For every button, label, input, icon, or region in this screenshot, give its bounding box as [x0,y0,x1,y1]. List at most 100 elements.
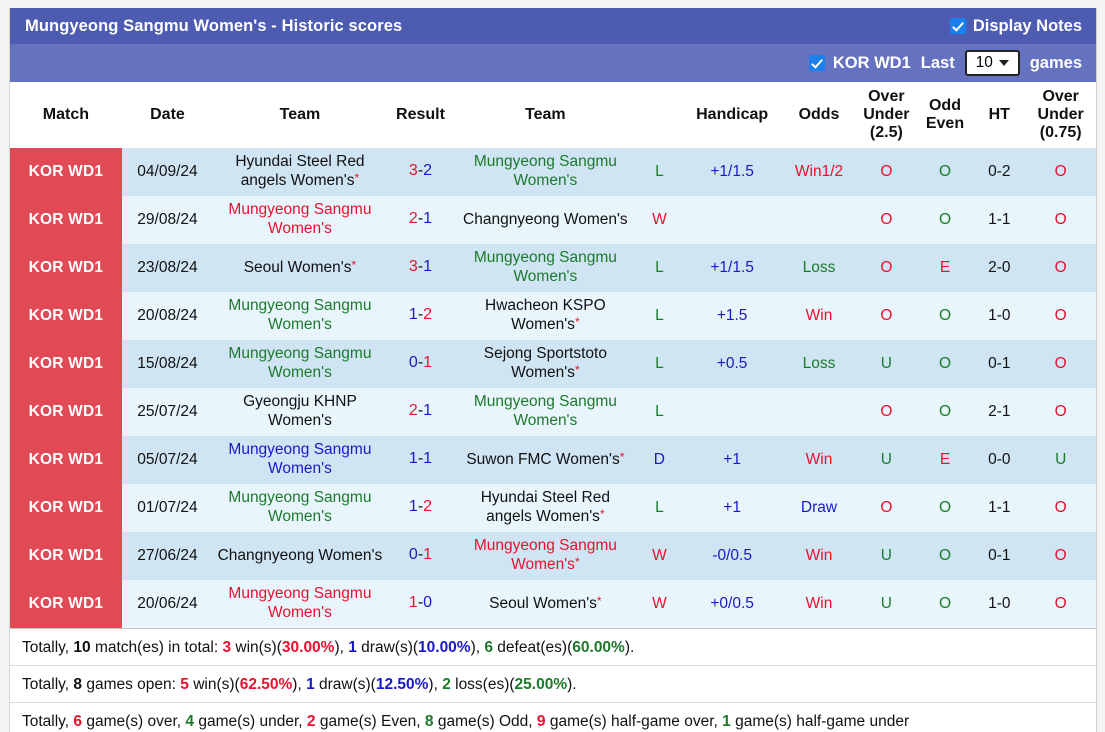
away-team-cell[interactable]: Changnyeong Women's [454,195,637,244]
table-row[interactable]: KOR WD1 20/08/24 Mungyeong Sangmu Women's 1… [10,291,1096,340]
col-header-date[interactable]: Date [121,82,214,148]
home-team-cell[interactable]: Gyeongju KHNP Women's [213,387,387,436]
team-name: Mungyeong Sangmu Women's [228,585,372,621]
col-header-home-team[interactable]: Team [213,82,387,148]
table-row[interactable]: KOR WD1 05/07/24 Mungyeong Sangmu Women's 1… [10,435,1096,484]
home-team-cell[interactable]: Mungyeong Sangmu Women's [213,291,387,340]
team-name: Mungyeong Sangmu Women's* [473,537,617,573]
half-time-score: 1-1 [973,483,1026,532]
col-header-ht[interactable]: HT [973,82,1026,148]
table-row[interactable]: KOR WD1 15/08/24 Mungyeong Sangmu Women's 0… [10,339,1096,388]
home-team-cell[interactable]: Mungyeong Sangmu Women's [213,339,387,388]
display-notes-checkbox[interactable] [949,18,966,34]
away-team-cell[interactable]: Mungyeong Sangmu Women's* [454,531,637,580]
home-team-cell[interactable]: Hyundai Steel Red angels Women's* [213,147,387,196]
table-row[interactable]: KOR WD1 25/07/24 Gyeongju KHNP Women's 2-1 M… [10,387,1096,436]
team-name: Changnyeong Women's [463,210,628,228]
away-team-cell[interactable]: Mungyeong Sangmu Women's [454,147,637,196]
league-filter-toggle[interactable]: KOR WD1 [808,54,911,73]
col-header-match[interactable]: Match [10,82,122,148]
table-row[interactable]: KOR WD1 04/09/24 Hyundai Steel Red angels … [10,147,1096,196]
games-count-value: 10 [975,54,993,71]
panel-filter-bar: KOR WD1 Last 10 games [10,44,1096,82]
handicap-value: +0/0.5 [682,579,783,628]
table-row[interactable]: KOR WD1 20/06/24 Mungyeong Sangmu Women's 1… [10,579,1096,628]
result-score-cell[interactable]: 0-1 [386,531,455,580]
score-home: 1 [408,450,418,468]
away-team-cell[interactable]: Hwacheon KSPO Women's* [454,291,637,340]
home-team-cell[interactable]: Mungyeong Sangmu Women's [213,579,387,628]
summary-section: Totally, 10 match(es) in total: 3 win(s)… [10,627,1096,732]
match-date: 29/08/24 [121,195,214,244]
match-date: 05/07/24 [121,435,214,484]
away-team-cell[interactable]: Sejong Sportstoto Women's* [454,339,637,388]
col-header-away-team[interactable]: Team [454,82,637,148]
games-count-select[interactable]: 10 [964,50,1020,76]
odds-value: Win [782,435,856,484]
away-team-cell[interactable]: Seoul Women's* [454,579,637,628]
result-score-cell[interactable]: 0-1 [386,339,455,388]
table-row[interactable]: KOR WD1 23/08/24 Seoul Women's* 3-1 Mungyeon… [10,243,1096,292]
team-name: Mungyeong Sangmu Women's [473,249,617,285]
table-row[interactable]: KOR WD1 29/08/24 Mungyeong Sangmu Women's 2… [10,195,1096,244]
result-score-cell[interactable]: 1-2 [386,291,455,340]
match-league-badge: KOR WD1 [10,579,122,628]
handicap-value [682,387,783,436]
col-header-over-under-25[interactable]: Over Under (2.5) [855,82,917,148]
league-checkbox[interactable] [808,55,825,71]
result-score-cell[interactable]: 2-1 [386,195,455,244]
home-team-cell[interactable]: Mungyeong Sangmu Women's [213,435,387,484]
display-notes-toggle[interactable]: Display Notes [949,17,1082,36]
away-team-cell[interactable]: Mungyeong Sangmu Women's [454,387,637,436]
odd-even-value: E [916,435,974,484]
col-header-odds[interactable]: Odds [782,82,856,148]
result-score-cell[interactable]: 3-2 [386,147,455,196]
result-score-cell[interactable]: 1-0 [386,579,455,628]
defeats-count: 6 [484,638,493,656]
home-team-cell[interactable]: Seoul Women's* [213,243,387,292]
result-wdl: L [636,291,683,340]
col-header-over-under-075[interactable]: Over Under (0.75) [1025,82,1096,148]
half-game-over-count: 9 [536,713,546,731]
home-team-cell[interactable]: Mungyeong Sangmu Women's [213,195,387,244]
odds-value [782,387,856,436]
table-header-row: Match Date Team Result Team Handicap Odd… [10,82,1096,148]
table-row[interactable]: KOR WD1 01/07/24 Mungyeong Sangmu Women's 1… [10,483,1096,532]
handicap-value [682,195,783,244]
half-time-score: 1-0 [973,291,1026,340]
odd-even-value: O [916,579,974,628]
home-team-cell[interactable]: Changnyeong Women's [213,531,387,580]
result-score-cell[interactable]: 1-2 [386,483,455,532]
col-header-handicap[interactable]: Handicap [682,82,783,148]
half-time-score: 0-0 [973,435,1026,484]
col-header-odd-even[interactable]: Odd Even [916,82,974,148]
home-marker-asterisk: * [351,257,357,272]
col-header-result[interactable]: Result [386,82,455,148]
home-marker-asterisk: * [574,362,580,377]
home-marker-asterisk: * [596,593,602,608]
half-game-under-count: 1 [722,713,731,731]
away-team-cell[interactable]: Hyundai Steel Red angels Women's* [454,483,637,532]
score-away: 2 [423,306,433,324]
away-team-cell[interactable]: Mungyeong Sangmu Women's [454,243,637,292]
team-name: Changnyeong Women's [217,546,383,564]
home-team-cell[interactable]: Mungyeong Sangmu Women's [213,483,387,532]
half-time-score: 2-0 [973,243,1026,292]
result-score-cell[interactable]: 2-1 [386,387,455,436]
result-score-cell[interactable]: 1-1 [386,435,455,484]
handicap-value: -0/0.5 [682,531,783,580]
score-home: 1 [408,306,418,324]
over-under-25-value: O [855,243,917,292]
odds-value: Win [782,291,856,340]
result-score-cell[interactable]: 3-1 [386,243,455,292]
match-date: 15/08/24 [121,339,214,388]
over-under-075-value: O [1025,339,1096,388]
away-team-cell[interactable]: Suwon FMC Women's* [454,435,637,484]
score: 3-1 [409,258,432,275]
over-under-25-value: U [855,579,917,628]
odds-value: Win [782,579,856,628]
defeats-pct: 60.00% [572,638,625,656]
score-away: 1 [423,354,433,372]
table-row[interactable]: KOR WD1 27/06/24 Changnyeong Women's 0-1 Mun… [10,531,1096,580]
team-name: Hwacheon KSPO Women's* [485,297,606,333]
